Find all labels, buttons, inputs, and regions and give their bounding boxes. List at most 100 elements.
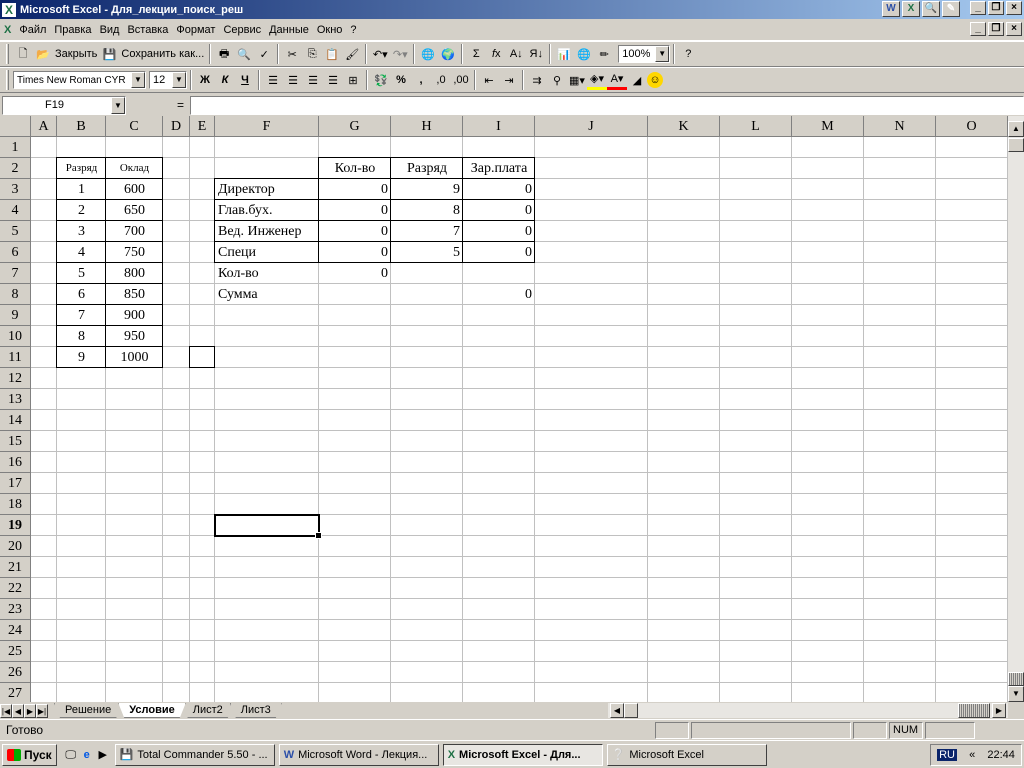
doc-minimize-button[interactable]: _ <box>970 22 986 36</box>
undo-icon[interactable]: ↶▾ <box>370 44 390 64</box>
drawing-icon[interactable]: ✏ <box>594 44 614 64</box>
borders-icon[interactable]: ▦▾ <box>567 70 587 90</box>
row-header[interactable]: 19 <box>0 515 31 536</box>
minimize-button[interactable]: _ <box>970 1 986 15</box>
row-header[interactable]: 27 <box>0 683 31 702</box>
grade-cell[interactable]: 7 <box>391 221 463 242</box>
bold-button[interactable]: Ж <box>195 70 215 90</box>
vertical-scrollbar[interactable]: ▲ ▼ <box>1008 116 1024 702</box>
position-cell[interactable]: Глав.бух. <box>215 200 319 221</box>
language-indicator[interactable]: RU <box>937 749 957 761</box>
grade-cell[interactable]: 9 <box>391 179 463 200</box>
zoom-select[interactable]: 100% ▼ <box>618 45 671 63</box>
hscroll-thumb[interactable] <box>624 703 638 718</box>
comma-button[interactable]: , <box>411 70 431 90</box>
salary-cell[interactable]: 700 <box>106 221 163 242</box>
increase-decimal-icon[interactable]: ,0 <box>431 70 451 90</box>
grade-cell[interactable]: 6 <box>57 284 106 305</box>
font-size-select[interactable]: 12 ▼ <box>149 71 187 89</box>
row-header[interactable]: 13 <box>0 389 31 410</box>
task-excel-dialog[interactable]: ❔ Microsoft Excel <box>606 743 767 766</box>
row-header[interactable]: 14 <box>0 410 31 431</box>
open-icon[interactable]: 📂 <box>33 44 53 64</box>
align-left-icon[interactable]: ☰ <box>263 70 283 90</box>
task-word[interactable]: W Microsoft Word - Лекция... <box>278 743 439 766</box>
media-player-icon[interactable]: ▶ <box>95 747 111 763</box>
row-header[interactable]: 22 <box>0 578 31 599</box>
menu-view[interactable]: Вид <box>96 24 124 36</box>
preview-icon[interactable]: 🔍 <box>234 44 254 64</box>
column-header[interactable]: M <box>792 116 864 137</box>
prev-sheet-icon[interactable]: ◀ <box>12 703 24 718</box>
formula-input[interactable] <box>190 95 1024 115</box>
row-header[interactable]: 15 <box>0 431 31 452</box>
row-header[interactable]: 16 <box>0 452 31 473</box>
quantity-cell[interactable]: 0 <box>319 200 391 221</box>
menu-format[interactable]: Формат <box>172 24 219 36</box>
tab-condition[interactable]: Условие <box>118 703 185 718</box>
active-cell[interactable] <box>214 514 322 539</box>
sort-asc-icon[interactable]: A↓ <box>506 44 526 64</box>
grade-cell[interactable]: 7 <box>57 305 106 326</box>
align-center-icon[interactable]: ☰ <box>283 70 303 90</box>
grade-cell[interactable]: 8 <box>391 200 463 221</box>
decrease-decimal-icon[interactable]: ,00 <box>451 70 471 90</box>
pay-cell[interactable]: 0 <box>463 179 535 200</box>
salary-cell[interactable]: 850 <box>106 284 163 305</box>
salary-cell[interactable]: 900 <box>106 305 163 326</box>
close-file-button[interactable]: Закрыть <box>53 44 99 64</box>
row-header[interactable]: 9 <box>0 305 31 326</box>
tab-sheet2[interactable]: Лист2 <box>182 703 234 718</box>
scroll-left-icon[interactable]: ◀ <box>610 703 624 718</box>
show-desktop-icon[interactable]: 🖵 <box>63 747 79 763</box>
start-button[interactable]: Пуск <box>2 743 57 766</box>
font-color-icon[interactable]: A▾ <box>607 70 627 90</box>
row-header[interactable]: 20 <box>0 536 31 557</box>
menu-data[interactable]: Данные <box>265 24 313 36</box>
pivot-icon[interactable]: ⇉ <box>527 70 547 90</box>
office-assistant-icon[interactable]: ? <box>678 44 698 64</box>
doc-restore-button[interactable]: ❐ <box>988 22 1004 36</box>
position-cell[interactable]: Директор <box>215 179 319 200</box>
chart-wizard-icon[interactable]: 📊 <box>554 44 574 64</box>
row-header[interactable]: 24 <box>0 620 31 641</box>
format-painter-icon[interactable]: 🖌 <box>342 44 362 64</box>
column-header[interactable]: F <box>215 116 319 137</box>
map-icon[interactable]: 🌐 <box>574 44 594 64</box>
total-qty-cell[interactable]: 0 <box>319 263 391 284</box>
row-header[interactable]: 18 <box>0 494 31 515</box>
task-total-commander[interactable]: 💾 Total Commander 5.50 - ... <box>114 743 275 766</box>
first-sheet-icon[interactable]: |◀ <box>0 703 12 718</box>
quantity-cell[interactable]: 0 <box>319 242 391 263</box>
tab-sheet3[interactable]: Лист3 <box>230 703 282 718</box>
tray-expand-icon[interactable]: « <box>969 749 975 761</box>
header-cell[interactable]: Разряд <box>391 158 463 179</box>
column-header[interactable]: A <box>31 116 57 137</box>
pay-cell[interactable]: 0 <box>463 200 535 221</box>
column-header[interactable]: J <box>535 116 648 137</box>
salary-cell[interactable]: 1000 <box>106 347 163 368</box>
row-header[interactable]: 2 <box>0 158 31 179</box>
restore-button[interactable]: ❐ <box>988 1 1004 15</box>
row-header[interactable]: 7 <box>0 263 31 284</box>
new-icon[interactable]: 🗋 <box>13 44 33 64</box>
save-icon[interactable]: 💾 <box>99 44 119 64</box>
pay-cell[interactable]: 0 <box>463 242 535 263</box>
header-cell[interactable]: Кол-во <box>319 158 391 179</box>
name-box[interactable]: F19 ▼ <box>2 95 126 115</box>
increase-indent-icon[interactable]: ⇥ <box>499 70 519 90</box>
split-box[interactable] <box>1008 672 1024 686</box>
column-header[interactable]: O <box>936 116 1008 137</box>
column-header[interactable]: B <box>57 116 106 137</box>
column-header[interactable]: N <box>864 116 936 137</box>
column-header[interactable]: K <box>648 116 720 137</box>
row-header[interactable]: 23 <box>0 599 31 620</box>
salary-cell[interactable]: 750 <box>106 242 163 263</box>
header-cell[interactable]: Зар.плата <box>463 158 535 179</box>
column-header[interactable]: L <box>720 116 792 137</box>
fill-color-icon[interactable]: ◈▾ <box>587 70 607 90</box>
row-header[interactable]: 5 <box>0 221 31 242</box>
quantity-cell[interactable]: 0 <box>319 221 391 242</box>
close-button[interactable]: × <box>1006 1 1022 15</box>
redo-icon[interactable]: ↷▾ <box>390 44 410 64</box>
